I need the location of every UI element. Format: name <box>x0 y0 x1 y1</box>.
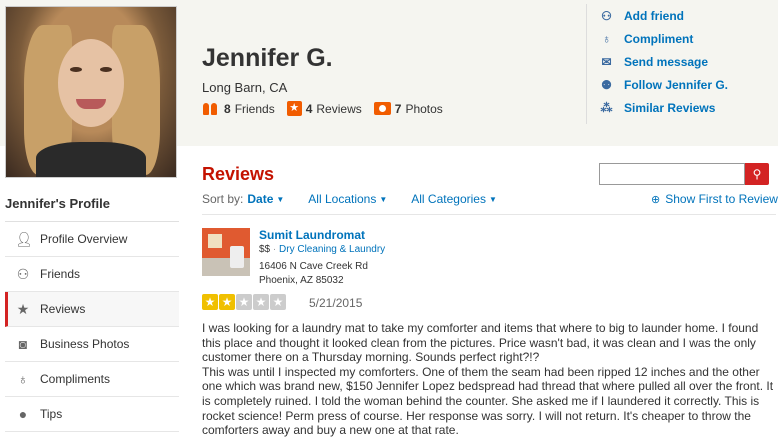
camera-icon: ◙ <box>18 336 28 352</box>
star-icon: ★ <box>16 301 30 317</box>
sidebar-item-profile-overview[interactable]: 👤︎ Profile Overview <box>5 222 179 257</box>
review-body: I was looking for a laundry mat to take … <box>202 321 776 438</box>
friends-count: 8 <box>224 101 231 116</box>
person-icon: 👤︎ <box>15 231 33 247</box>
review-sort-bar: Sort by: Date ▼ All Locations ▼ All Catego… <box>202 192 497 206</box>
profile-stats: 8 Friends ★ 4 Reviews 7 Photos <box>202 101 455 116</box>
search-icon: ⚲ <box>752 167 762 181</box>
similar-reviews-icon: ⁂ <box>600 101 613 115</box>
reviews-stat-label: Reviews <box>316 101 362 116</box>
sort-by-label: Sort by: <box>202 192 244 206</box>
add-friend-link[interactable]: ⚇ Add friend <box>600 9 684 23</box>
business-meta: $$ · Dry Cleaning & Laundry <box>259 244 386 255</box>
photos-stat-label: Photos <box>405 101 443 116</box>
similar-reviews-link[interactable]: ⁂ Similar Reviews <box>600 101 716 115</box>
show-first-to-review-link[interactable]: ⊕ Show First to Review <box>651 192 778 206</box>
friends-stat: 8 Friends <box>202 102 275 116</box>
star-rating: ★ ★ ★ ★ ★ <box>202 294 287 310</box>
compliment-link[interactable]: ♁ Compliment <box>600 32 693 46</box>
caret-down-icon: ▼ <box>488 195 497 204</box>
sidebar-item-tips[interactable]: ● Tips <box>5 397 179 432</box>
reviews-stat: ★ 4 Reviews <box>286 101 362 116</box>
follow-icon: ⚉ <box>601 78 612 92</box>
star-icon: ★ <box>202 294 218 310</box>
sidebar-item-label: Compliments <box>40 372 111 386</box>
follow-label: Follow Jennifer G. <box>624 78 729 92</box>
sidebar-title: Jennifer's Profile <box>5 196 110 211</box>
review-date: 5/21/2015 <box>309 296 363 310</box>
sidebar-nav: 👤︎ Profile Overview ⚇ Friends ★ Reviews … <box>5 221 179 432</box>
sidebar-item-friends[interactable]: ⚇ Friends <box>5 257 179 292</box>
friends-stat-label: Friends <box>234 101 275 116</box>
caret-down-icon: ▼ <box>276 195 285 204</box>
sidebar-item-business-photos[interactable]: ◙ Business Photos <box>5 327 179 362</box>
globe-icon: ⊕ <box>651 193 661 206</box>
sidebar-item-label: Reviews <box>40 302 86 316</box>
star-icon: ★ <box>270 294 286 310</box>
locations-dropdown[interactable]: All Locations ▼ <box>308 192 387 206</box>
photos-stat: 7 Photos <box>373 101 443 116</box>
sort-date-dropdown[interactable]: Date ▼ <box>247 192 284 206</box>
profile-location: Long Barn, CA <box>202 80 288 95</box>
sort-value: Date <box>247 192 274 206</box>
friends-icon <box>202 102 220 116</box>
sidebar-item-label: Business Photos <box>40 337 130 351</box>
locations-label: All Locations <box>308 192 377 206</box>
star-icon: ★ <box>219 294 235 310</box>
compliment-label: Compliment <box>624 32 694 46</box>
follow-link[interactable]: ⚉ Follow Jennifer G. <box>600 78 728 92</box>
categories-dropdown[interactable]: All Categories ▼ <box>411 192 497 206</box>
envelope-icon: ✉ <box>601 55 612 69</box>
business-address-line2: Phoenix, AZ 85032 <box>259 275 344 286</box>
compliment-icon: ♁ <box>602 32 611 46</box>
star-icon: ★ <box>236 294 252 310</box>
review-paragraph: This was until I inspected my comforters… <box>202 364 774 438</box>
business-photo[interactable] <box>202 228 250 276</box>
business-address-line1: 16406 N Cave Creek Rd <box>259 261 368 272</box>
sidebar-item-label: Tips <box>40 407 63 421</box>
review-search-input[interactable] <box>599 163 745 185</box>
caret-down-icon: ▼ <box>379 195 388 204</box>
similar-reviews-label: Similar Reviews <box>624 101 716 115</box>
add-friend-icon: ⚇ <box>601 9 612 23</box>
ribbon-icon: ♁ <box>17 371 29 387</box>
divider <box>202 214 776 215</box>
camera-icon <box>373 102 391 115</box>
star-icon: ★ <box>253 294 269 310</box>
profile-avatar[interactable] <box>5 6 177 178</box>
reviews-count: 4 <box>305 101 313 116</box>
business-name-link[interactable]: Sumit Laundromat <box>259 228 365 242</box>
show-first-label: Show First to Review <box>665 192 778 206</box>
profile-actions: ⚇ Add friend ♁ Compliment ✉ Send message… <box>586 4 778 124</box>
photos-count: 7 <box>394 101 402 116</box>
categories-label: All Categories <box>411 192 486 206</box>
review-paragraph: I was looking for a laundry mat to take … <box>202 321 759 365</box>
send-message-label: Send message <box>624 55 709 69</box>
business-category-link[interactable]: Dry Cleaning & Laundry <box>279 244 385 255</box>
star-icon: ★ <box>286 101 302 116</box>
sidebar-item-compliments[interactable]: ♁ Compliments <box>5 362 179 397</box>
search-button[interactable]: ⚲ <box>745 163 769 185</box>
lightbulb-icon: ● <box>18 406 28 422</box>
add-friend-label: Add friend <box>624 9 684 23</box>
send-message-link[interactable]: ✉ Send message <box>600 55 708 69</box>
sidebar-item-reviews[interactable]: ★ Reviews <box>5 292 179 327</box>
sidebar-item-label: Friends <box>40 267 81 281</box>
reviews-heading: Reviews <box>202 164 275 184</box>
sidebar-item-label: Profile Overview <box>40 232 128 246</box>
profile-name: Jennifer G. <box>202 44 333 72</box>
friends-icon: ⚇ <box>16 266 30 282</box>
price-range: $$ <box>259 244 271 255</box>
